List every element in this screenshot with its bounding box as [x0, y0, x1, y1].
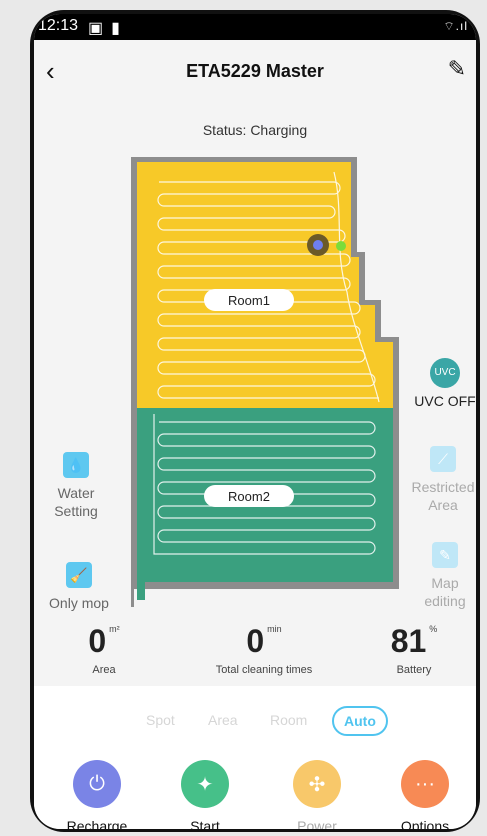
- mode-auto[interactable]: Auto: [332, 706, 388, 736]
- mode-room[interactable]: Room: [270, 712, 307, 728]
- restricted-area-icon: ⟋: [430, 446, 456, 472]
- app-screen: 12:13 ▣ ▮ ⌔.ıl ‹ ETA5229 Master ✎ Status…: [34, 14, 476, 829]
- mode-selector: Spot Area Room Auto: [34, 706, 476, 736]
- more-icon: ···: [401, 760, 449, 808]
- battery-value: 81: [390, 623, 427, 659]
- battery-unit: %: [429, 624, 438, 634]
- area-stat: 0 m² Area: [74, 624, 134, 676]
- edit-icon[interactable]: ✎: [448, 56, 466, 82]
- page-title: ETA5229 Master: [186, 61, 324, 81]
- start-label: Start: [190, 818, 220, 829]
- clock: 12:13: [38, 17, 79, 34]
- cleaning-times-value: 0: [246, 623, 265, 659]
- only-mop-button[interactable]: 🧹 Only mop: [44, 562, 114, 612]
- notification-icons: ▣ ▮: [88, 18, 120, 38]
- water-drop-icon: 💧: [63, 452, 89, 478]
- power-button[interactable]: ✣ Power: [282, 760, 352, 829]
- cleaning-map[interactable]: Room1 Room2: [129, 152, 399, 622]
- map-editing-label: Map editing: [424, 575, 466, 609]
- water-setting-button[interactable]: 💧 Water Setting: [46, 452, 106, 520]
- start-button[interactable]: ✦ Start: [170, 760, 240, 829]
- battery-saver-icon: ▮: [111, 20, 120, 37]
- uvc-toggle[interactable]: UVC UVC OFF: [410, 358, 476, 410]
- water-setting-label: Water Setting: [54, 485, 98, 519]
- options-button[interactable]: ··· Options: [390, 760, 460, 829]
- battery-label: Battery: [396, 664, 432, 676]
- recharge-label: Recharge: [66, 818, 128, 829]
- room2-label: Room2: [228, 489, 270, 504]
- area-label: Area: [92, 664, 116, 676]
- restricted-area-label: Restricted Area: [411, 479, 475, 513]
- area-value: 0: [88, 623, 107, 659]
- options-label: Options: [400, 818, 450, 829]
- pencil-icon: ✎: [432, 542, 458, 568]
- status-bar: 12:13 ▣ ▮ ⌔.ıl: [34, 14, 476, 40]
- only-mop-label: Only mop: [49, 595, 109, 611]
- area-unit: m²: [109, 624, 120, 634]
- cleaning-times-unit: min: [267, 624, 282, 634]
- plug-icon: ⏻: [73, 760, 121, 808]
- fan-icon: ✣: [293, 760, 341, 808]
- mode-spot[interactable]: Spot: [146, 712, 175, 728]
- control-panel: Spot Area Room Auto ⏻ Recharge ✦ Start ✣…: [34, 686, 476, 829]
- cleaning-times-label: Total cleaning times: [215, 664, 313, 676]
- image-icon: ▣: [88, 20, 104, 37]
- map-editing-button[interactable]: ✎ Map editing: [414, 542, 476, 610]
- dock-marker: [336, 241, 346, 251]
- restricted-area-button[interactable]: ⟋ Restricted Area: [406, 446, 476, 514]
- battery-stat: 81% Battery: [379, 624, 449, 676]
- room1-label: Room1: [228, 293, 270, 308]
- top-nav: ‹ ETA5229 Master ✎: [34, 40, 476, 100]
- uvc-label: UVC OFF: [414, 393, 476, 409]
- power-label: Power: [297, 818, 337, 829]
- mop-icon: 🧹: [66, 562, 92, 588]
- mode-area[interactable]: Area: [208, 712, 238, 728]
- cleaning-times-stat: 0 min Total cleaning times: [199, 624, 329, 676]
- broom-icon: ✦: [181, 760, 229, 808]
- signal-icon: ⌔.ıl: [443, 19, 468, 33]
- recharge-button[interactable]: ⏻ Recharge: [62, 760, 132, 829]
- stats-row: 0 m² Area 0 min Total cleaning times 81% B…: [34, 624, 476, 689]
- uvc-icon: UVC: [430, 358, 460, 388]
- status-text: Status: Charging: [202, 122, 308, 138]
